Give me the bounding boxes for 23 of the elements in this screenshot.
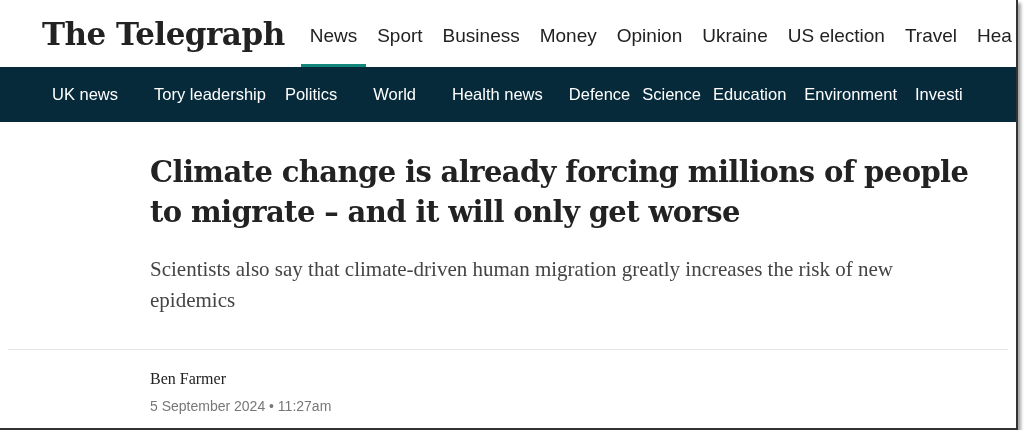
section-link[interactable]: UK news — [52, 85, 119, 104]
section-link[interactable]: Investi — [915, 85, 963, 104]
nav-link[interactable]: Travel — [895, 25, 966, 67]
section-link[interactable]: Environment — [804, 85, 897, 104]
nav-link[interactable]: Business — [433, 25, 529, 67]
logo[interactable]: The Telegraph — [42, 15, 285, 52]
publish-date: 5 September 2024 • 11:27am — [150, 398, 333, 414]
author-name[interactable]: Ben Farmer — [150, 370, 1016, 388]
nav-link[interactable]: Money — [530, 25, 606, 67]
nav-link[interactable]: Sport — [368, 25, 432, 67]
nav-link[interactable]: Hea — [968, 25, 1016, 67]
section-link[interactable]: Tory leadership — [154, 85, 266, 104]
section-link[interactable]: Education — [712, 85, 787, 104]
section-link[interactable]: Defence — [568, 85, 631, 104]
nav-link[interactable]: US election — [778, 25, 894, 67]
section-link[interactable]: Health news — [452, 85, 543, 104]
headline: Climate change is already forcing millions of people to migrate – and it will only get worse — [150, 154, 970, 231]
section-link[interactable]: World — [373, 85, 416, 104]
standfirst: Scientists also say that climate-driven human migration greatly increases the risk of new epidemics — [150, 256, 894, 314]
nav-link[interactable]: Ukraine — [693, 25, 777, 67]
section-link[interactable]: Politics — [284, 85, 338, 104]
nav-link[interactable]: Opinion — [607, 25, 692, 67]
section-link[interactable]: Science — [642, 85, 701, 104]
